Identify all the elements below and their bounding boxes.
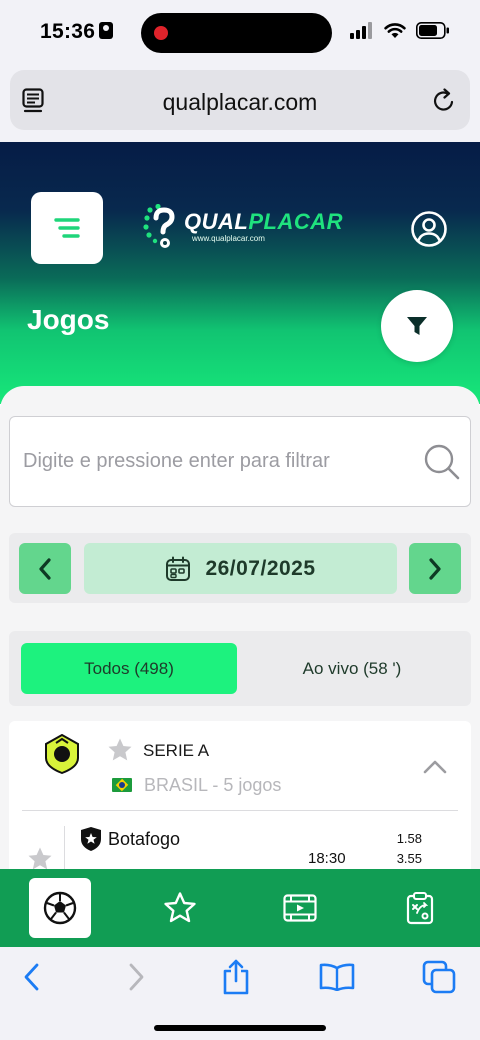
chevron-up-icon[interactable] [423, 759, 447, 775]
bottom-navigation [0, 869, 480, 947]
search-input[interactable] [23, 417, 423, 506]
wifi-icon [384, 23, 406, 38]
bookmarks-icon [319, 963, 355, 991]
forward-arrow-icon [129, 963, 144, 991]
page-title: Jogos [27, 304, 110, 335]
browser-bookmarks-button[interactable] [317, 959, 357, 995]
home-team-name[interactable]: Botafogo [108, 829, 180, 850]
site-header: QUALPLACAR www.qualplacar.com Jogos [0, 142, 480, 404]
logo-url: www.qualplacar.com [192, 234, 265, 243]
next-day-button[interactable] [409, 543, 461, 594]
search-icon[interactable] [423, 443, 461, 481]
tab-live[interactable]: Ao vivo (58 ') [245, 643, 459, 694]
signal-bars-icon [350, 22, 372, 39]
browser-toolbar [0, 947, 480, 1040]
botafogo-crest-icon [81, 827, 101, 851]
date-navigator: 26/07/2025 [9, 533, 471, 603]
match-separator [64, 826, 65, 870]
star-icon [164, 892, 196, 923]
recording-indicator-icon [154, 26, 168, 40]
tab-all[interactable]: Todos (498) [21, 643, 237, 694]
brazil-flag-icon [112, 778, 132, 792]
calendar-icon [166, 556, 191, 581]
contact-card-icon [99, 22, 114, 39]
filter-button[interactable] [381, 290, 453, 362]
favorite-league-star-icon[interactable] [107, 737, 133, 763]
logo-name: QUALPLACAR [184, 210, 343, 234]
site-logo[interactable]: QUALPLACAR www.qualplacar.com [142, 204, 343, 250]
user-account-icon[interactable] [410, 210, 448, 248]
logo-name-part1: QUAL [184, 209, 249, 234]
league-name: SERIE A [143, 741, 210, 760]
league-country-summary: BRASIL - 5 jogos [144, 775, 282, 795]
browser-forward-button[interactable] [116, 959, 156, 995]
battery-icon [416, 22, 449, 39]
tabs-icon [422, 960, 456, 994]
browser-share-button[interactable] [216, 959, 256, 995]
video-icon [283, 894, 317, 922]
selected-date: 26/07/2025 [205, 556, 316, 580]
question-ball-logo-icon [143, 204, 175, 248]
league-divider [22, 810, 458, 811]
menu-icon [54, 218, 80, 238]
status-bar: 15:36 [0, 0, 480, 66]
previous-day-button[interactable] [19, 543, 71, 594]
clipboard-tactics-icon [406, 892, 434, 925]
chevron-left-icon [39, 557, 51, 580]
games-content: 26/07/2025 Todos (498) Ao vivo (58 ') SE… [0, 386, 480, 870]
filter-funnel-icon [407, 317, 427, 335]
browser-tabs-button[interactable] [419, 959, 459, 995]
url-text[interactable]: qualplacar.com [10, 89, 470, 116]
status-time-text: 15:36 [40, 20, 96, 43]
logo-text: QUALPLACAR www.qualplacar.com [184, 210, 343, 244]
share-icon [223, 959, 249, 995]
reload-icon[interactable] [432, 88, 456, 114]
home-indicator[interactable] [154, 1025, 326, 1031]
search-box[interactable] [9, 416, 471, 507]
chevron-right-icon [429, 557, 441, 580]
date-picker-button[interactable]: 26/07/2025 [84, 543, 397, 594]
browser-address-area: qualplacar.com [0, 66, 480, 142]
league-card: SERIE A BRASIL - 5 jogos Botafogo 18:30 … [9, 721, 471, 870]
menu-button[interactable] [31, 192, 103, 264]
match-odd-home: 1.58 [396, 831, 422, 846]
match-odd-draw: 3.55 [396, 851, 422, 866]
soccer-ball-icon [43, 891, 77, 925]
nav-tactics[interactable] [389, 878, 451, 938]
back-arrow-icon [24, 963, 39, 991]
nav-favorites[interactable] [149, 878, 211, 938]
dynamic-island [141, 13, 332, 53]
nav-games[interactable] [29, 878, 91, 938]
brasileirao-league-logo-icon [45, 734, 79, 774]
status-time: 15:36 [40, 20, 114, 44]
status-icons [350, 22, 450, 39]
favorite-match-star-icon[interactable] [27, 846, 53, 870]
games-filter-tabs: Todos (498) Ao vivo (58 ') [9, 631, 471, 706]
url-bar[interactable]: qualplacar.com [10, 70, 470, 130]
browser-back-button[interactable] [12, 959, 52, 995]
match-time: 18:30 [308, 850, 346, 867]
logo-name-part2: PLACAR [248, 209, 343, 234]
nav-videos[interactable] [269, 878, 331, 938]
